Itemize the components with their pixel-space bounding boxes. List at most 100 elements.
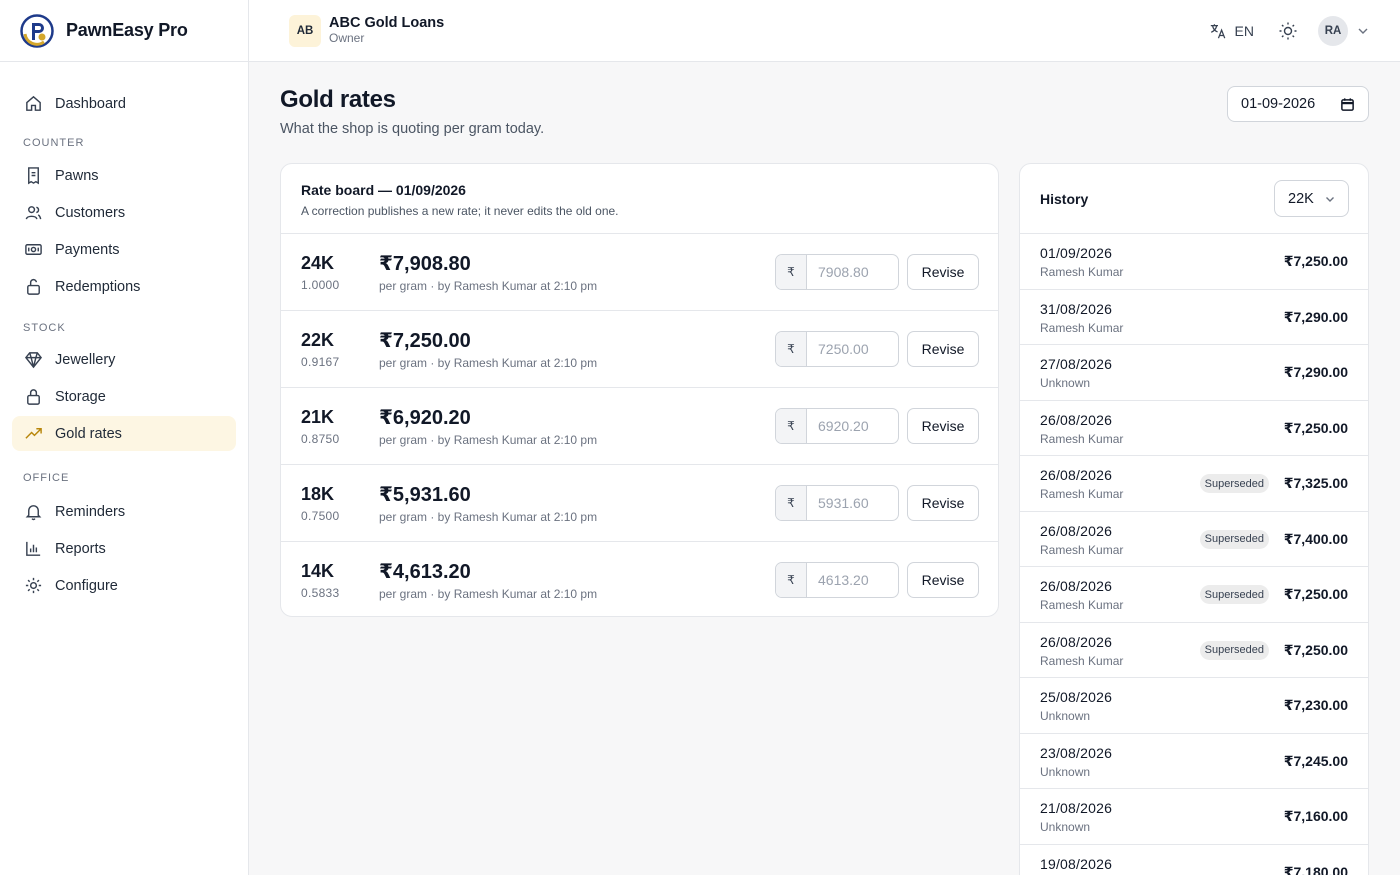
history-amount: ₹7,400.00 <box>1283 530 1348 547</box>
sidebar: PawnEasy Pro Dashboard COUNTER Pawns Cus… <box>0 0 249 875</box>
revise-button[interactable]: Revise <box>907 331 979 367</box>
rate-input-group: ₹ <box>775 331 899 367</box>
calendar-icon[interactable] <box>1340 97 1355 112</box>
history-amount: ₹7,250.00 <box>1283 419 1348 436</box>
sidebar-item-storage[interactable]: Storage <box>12 379 236 414</box>
purity-value: 0.9167 <box>301 355 340 369</box>
sidebar-item-jewellery[interactable]: Jewellery <box>12 342 236 377</box>
rate-value: ₹6,920.20 <box>379 407 471 429</box>
date-value: 01-09-2026 <box>1241 96 1316 112</box>
sidebar-item-dashboard[interactable]: Dashboard <box>12 86 236 121</box>
history-row: 21/08/2026 Unknown ₹7,160.00 <box>1020 789 1368 845</box>
sidebar-item-label: Payments <box>55 241 120 258</box>
sidebar-item-reminders[interactable]: Reminders <box>12 494 236 529</box>
history-author: Unknown <box>1040 764 1091 779</box>
history-date: 23/08/2026 <box>1040 744 1113 761</box>
history-date: 26/08/2026 <box>1040 467 1113 483</box>
history-amount: ₹7,160.00 <box>1283 808 1348 824</box>
purity-value: 1.0000 <box>301 278 340 292</box>
history-amount: ₹7,290.00 <box>1283 308 1348 325</box>
history-header: History 22K <box>1020 164 1368 234</box>
pawneasy-logo-icon <box>20 13 54 48</box>
org-switcher[interactable]: ABC Gold Loans Owner <box>329 15 444 46</box>
rupee-icon: ₹ <box>776 332 807 366</box>
sidebar-item-pawns[interactable]: Pawns <box>12 158 236 193</box>
new-rate-input[interactable] <box>807 409 897 443</box>
rate-meta: per gram · by Ramesh Kumar at 2:10 pm <box>379 433 598 447</box>
history-amount: ₹7,230.00 <box>1283 697 1348 713</box>
karat-select[interactable]: 22K <box>1274 180 1349 217</box>
sidebar-item-label: Redemptions <box>55 278 141 295</box>
history-author: Ramesh Kumar <box>1040 542 1124 557</box>
rupee-icon: ₹ <box>776 409 807 443</box>
history-date: 26/08/2026 <box>1040 578 1113 594</box>
rate-meta: per gram · by Ramesh Kumar at 2:10 pm <box>379 510 598 524</box>
user-avatar[interactable]: RA <box>1318 16 1348 46</box>
sidebar-item-label: Gold rates <box>55 425 122 442</box>
sun-icon[interactable] <box>1278 21 1298 41</box>
history-row: 26/08/2026 Ramesh Kumar ₹7,250.00 <box>1020 401 1368 456</box>
section-stock-label: STOCK <box>23 322 66 334</box>
rate-value: ₹7,908.80 <box>379 253 471 275</box>
revise-button[interactable]: Revise <box>907 408 979 444</box>
chevron-down-icon[interactable] <box>1356 24 1370 38</box>
org-name: ABC Gold Loans <box>329 15 445 31</box>
rate-value: ₹7,250.00 <box>379 330 471 352</box>
revise-button[interactable]: Revise <box>907 562 979 598</box>
bar-chart-icon <box>26 541 41 556</box>
sidebar-item-label: Reminders <box>55 503 126 520</box>
history-date: 27/08/2026 <box>1040 356 1113 372</box>
sidebar-item-payments[interactable]: Payments <box>12 232 236 267</box>
purity-value: 0.8750 <box>301 432 340 446</box>
history-author: Ramesh Kumar <box>1040 320 1124 335</box>
sidebar-item-configure[interactable]: Configure <box>12 568 236 603</box>
history-row: 26/08/2026 Ramesh Kumar Superseded ₹7,250.0… <box>1020 567 1368 623</box>
new-rate-input[interactable] <box>807 332 897 366</box>
top-bar: AB ABC Gold Loans Owner EN RA <box>249 0 1400 62</box>
revise-button[interactable]: Revise <box>907 254 979 290</box>
rate-meta: per gram · by Ramesh Kumar at 2:10 pm <box>379 587 598 601</box>
rate-board-card: Rate board — 01/09/2026 A correction pub… <box>280 163 999 617</box>
history-date: 26/08/2026 <box>1040 411 1113 428</box>
history-list: 01/09/2026 Ramesh Kumar ₹7,250.00 31/08/202… <box>1020 234 1368 875</box>
rupee-icon: ₹ <box>776 255 807 289</box>
history-date: 01/09/2026 <box>1040 245 1113 261</box>
karat-select-value: 22K <box>1288 190 1314 207</box>
history-date: 31/08/2026 <box>1040 300 1113 317</box>
chevron-down-icon <box>1326 197 1334 202</box>
history-date: 21/08/2026 <box>1040 800 1113 816</box>
sidebar-item-label: Storage <box>55 388 106 405</box>
sidebar-item-customers[interactable]: Customers <box>12 195 236 230</box>
rate-row: 21K 0.8750 ₹6,920.20 per gram · by Ramesh K… <box>281 388 998 465</box>
banknote-icon <box>25 244 42 255</box>
rate-board-title: Rate board — 01/09/2026 <box>301 182 466 198</box>
karat-label: 14K <box>301 561 335 581</box>
history-author: Unknown <box>1040 376 1091 390</box>
history-amount: ₹7,325.00 <box>1283 475 1348 491</box>
sidebar-item-gold-rates[interactable]: Gold rates <box>12 416 236 451</box>
revise-button[interactable]: Revise <box>907 485 979 521</box>
history-date: 25/08/2026 <box>1040 689 1113 705</box>
brand[interactable]: PawnEasy Pro <box>0 0 248 62</box>
new-rate-input[interactable] <box>807 486 897 520</box>
language-code: EN <box>1234 23 1254 39</box>
rate-meta: per gram · by Ramesh Kumar at 2:10 pm <box>379 279 598 293</box>
gem-icon <box>24 352 43 369</box>
rate-list: 24K 1.0000 ₹7,908.80 per gram · by Ramesh K… <box>281 234 998 616</box>
language-switcher[interactable]: EN <box>1209 22 1254 40</box>
rate-input-group: ₹ <box>775 485 899 521</box>
section-office-label: OFFICE <box>23 472 70 484</box>
rate-value: ₹5,931.60 <box>379 484 471 506</box>
history-amount: ₹7,245.00 <box>1283 752 1348 769</box>
section-counter-label: COUNTER <box>23 137 85 149</box>
org-role: Owner <box>329 31 365 45</box>
superseded-badge: Superseded <box>1199 474 1269 493</box>
superseded-badge: Superseded <box>1199 529 1269 549</box>
date-picker[interactable]: 01-09-2026 <box>1227 86 1369 122</box>
history-date: 26/08/2026 <box>1040 633 1113 650</box>
new-rate-input[interactable] <box>807 563 897 597</box>
rate-row: 18K 0.7500 ₹5,931.60 per gram · by Ramesh K… <box>281 465 998 542</box>
sidebar-item-reports[interactable]: Reports <box>12 531 236 566</box>
new-rate-input[interactable] <box>807 255 897 289</box>
sidebar-item-redemptions[interactable]: Redemptions <box>12 269 236 304</box>
